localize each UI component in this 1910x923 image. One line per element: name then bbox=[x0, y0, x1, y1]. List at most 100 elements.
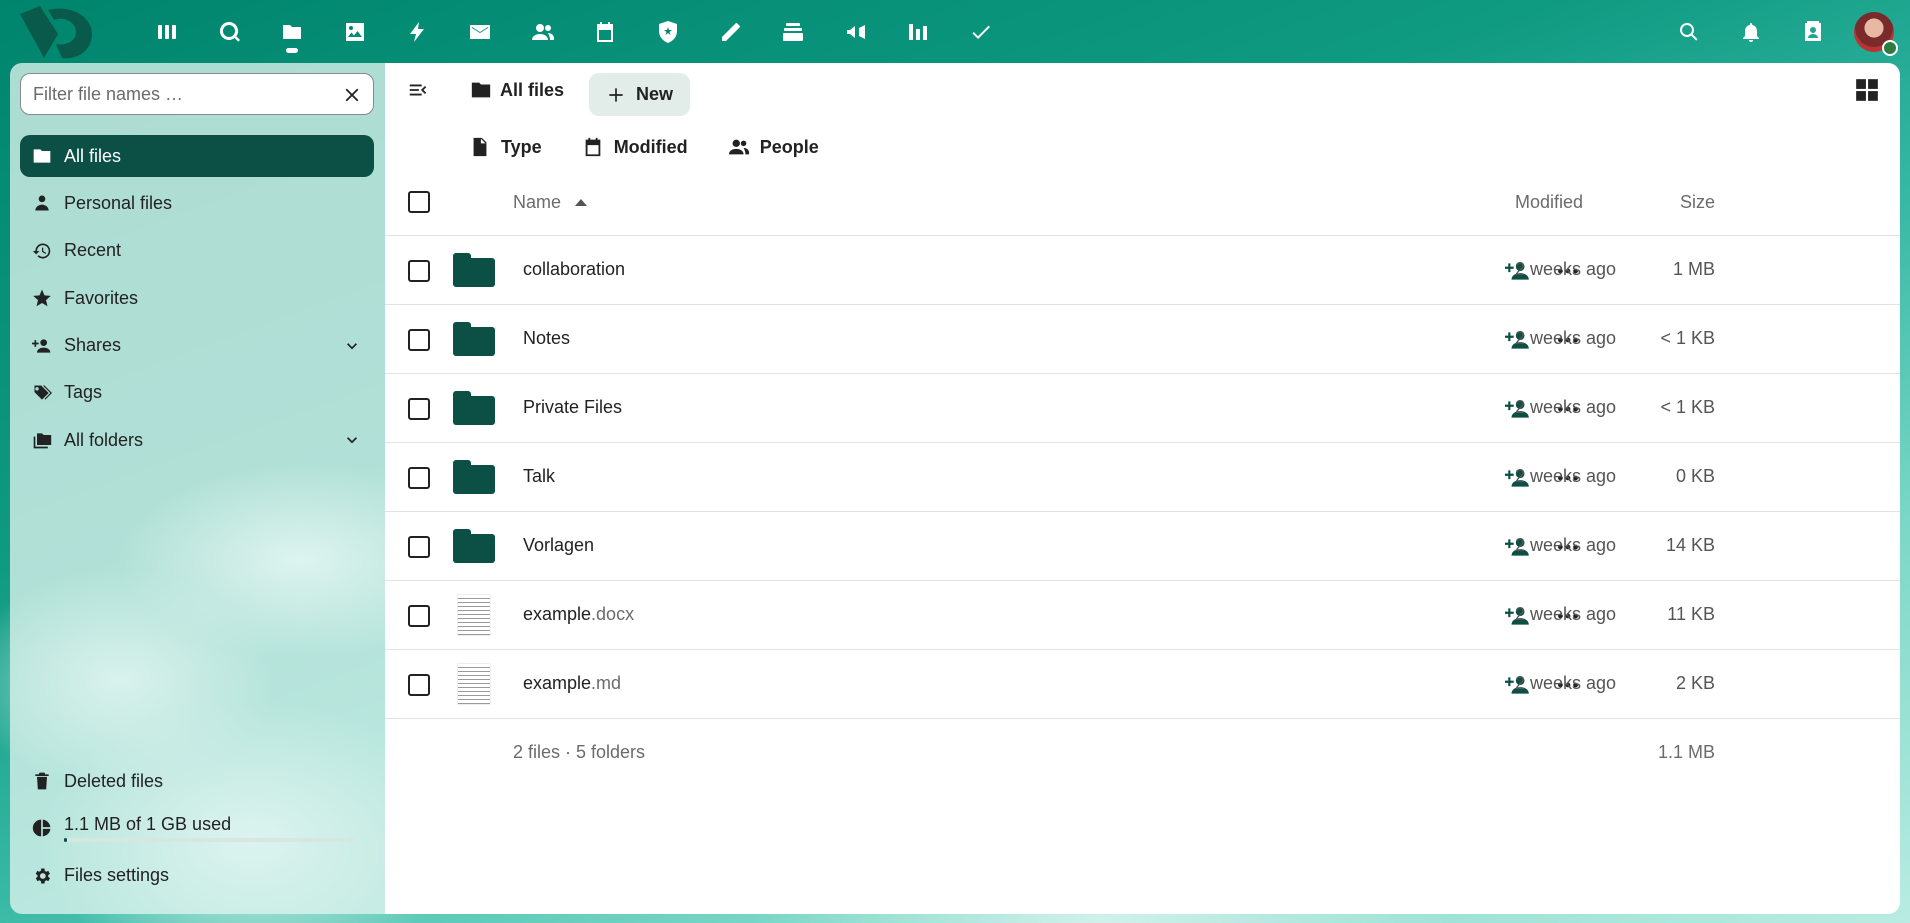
table-summary: 2 files · 5 folders 1.1 MB bbox=[385, 719, 1900, 788]
file-type-icon bbox=[453, 458, 495, 496]
file-size: 2 KB bbox=[1675, 673, 1715, 693]
filter-type[interactable]: Type bbox=[469, 136, 542, 158]
user-avatar[interactable] bbox=[1854, 11, 1898, 56]
column-header-name: Name bbox=[513, 192, 562, 212]
file-name[interactable]: Talk bbox=[523, 466, 555, 487]
table-row[interactable]: Vorlagen 14 KB 2 weeks ago bbox=[385, 512, 1900, 581]
close-icon[interactable] bbox=[341, 84, 363, 106]
sidebar-item-recent[interactable]: Recent bbox=[20, 230, 374, 272]
sort-by-modified[interactable]: Modified bbox=[1515, 192, 1583, 213]
file-name[interactable]: example.docx bbox=[523, 604, 634, 625]
files-icon[interactable] bbox=[261, 0, 324, 63]
file-basename: Notes bbox=[523, 328, 571, 348]
files-count: 2 files · 5 folders bbox=[513, 742, 646, 762]
sidebar-item-label: Personal files bbox=[64, 192, 173, 213]
notifications-icon[interactable] bbox=[1720, 0, 1782, 63]
table-row[interactable]: Talk 0 KB 2 weeks ago bbox=[385, 443, 1900, 512]
dashboard-icon[interactable] bbox=[136, 0, 199, 63]
file-type-icon bbox=[453, 527, 495, 565]
sort-by-size[interactable]: Size bbox=[1680, 192, 1715, 213]
file-basename: collaboration bbox=[523, 259, 626, 279]
filter-label: People bbox=[759, 136, 819, 157]
file-basename: Vorlagen bbox=[523, 535, 595, 555]
row-checkbox[interactable] bbox=[408, 260, 430, 282]
tasks-check-icon[interactable] bbox=[950, 0, 1013, 63]
file-extension: .md bbox=[591, 673, 622, 693]
sidebar-item-tags[interactable]: Tags bbox=[20, 372, 374, 414]
sidebar-item-all-folders[interactable]: All folders bbox=[20, 419, 374, 461]
plus-icon bbox=[609, 87, 623, 102]
people-icon bbox=[728, 139, 749, 155]
gear-icon bbox=[30, 864, 54, 888]
file-name[interactable]: Private Files bbox=[523, 397, 622, 418]
logo[interactable] bbox=[18, 4, 96, 60]
file-name[interactable]: collaboration bbox=[523, 259, 625, 280]
sidebar-item-all-files[interactable]: All files bbox=[20, 135, 374, 177]
row-checkbox[interactable] bbox=[408, 329, 430, 351]
passwords-shield-icon[interactable] bbox=[637, 0, 700, 63]
select-all-checkbox[interactable] bbox=[408, 191, 430, 213]
grid-view-icon[interactable] bbox=[1854, 77, 1882, 105]
deck-icon[interactable] bbox=[762, 0, 825, 63]
header-right bbox=[1658, 0, 1910, 63]
table-row[interactable]: Private Files < 1 KB 2 weeks ago bbox=[385, 374, 1900, 443]
filter-field[interactable] bbox=[20, 73, 374, 115]
table-row[interactable]: Notes < 1 KB 2 weeks ago bbox=[385, 305, 1900, 374]
sort-by-name[interactable]: Name bbox=[513, 192, 588, 213]
sidebar-item-shares[interactable]: Shares bbox=[20, 325, 374, 367]
file-basename: example bbox=[523, 673, 592, 693]
filter-file-names-input[interactable] bbox=[33, 83, 333, 105]
row-checkbox[interactable] bbox=[408, 536, 430, 558]
calendar-icon[interactable] bbox=[574, 0, 637, 63]
toggle-sidebar-icon[interactable] bbox=[403, 75, 433, 105]
filter-modified[interactable]: Modified bbox=[582, 136, 688, 158]
sidebar-item-files-settings[interactable]: Files settings bbox=[20, 855, 374, 897]
file-name[interactable]: Notes bbox=[523, 328, 570, 349]
folder-icon bbox=[471, 82, 491, 98]
folder-icon bbox=[453, 460, 495, 494]
search-app-icon[interactable] bbox=[199, 0, 262, 63]
contacts-menu-icon[interactable] bbox=[1782, 0, 1844, 63]
new-button[interactable]: New bbox=[589, 73, 690, 116]
file-size: 11 KB bbox=[1667, 604, 1715, 624]
filter-label: Modified bbox=[613, 136, 688, 157]
photos-icon[interactable] bbox=[324, 0, 387, 63]
breadcrumb-all-files[interactable]: All files bbox=[470, 73, 564, 107]
filter-bar: Type Modified People bbox=[469, 127, 859, 167]
contacts-icon[interactable] bbox=[512, 0, 575, 63]
document-thumbnail bbox=[457, 663, 491, 705]
search-icon[interactable] bbox=[1658, 0, 1720, 63]
file-modified: 2 weeks ago bbox=[1515, 604, 1617, 624]
table-row[interactable]: example.docx 11 KB 2 weeks ago bbox=[385, 581, 1900, 650]
announcements-icon[interactable] bbox=[825, 0, 888, 63]
quota-label: 1.1 MB of 1 GB used bbox=[64, 813, 232, 834]
quota-progress-bar bbox=[64, 838, 354, 843]
activity-icon[interactable] bbox=[386, 0, 449, 63]
analytics-icon[interactable] bbox=[887, 0, 950, 63]
filter-people[interactable]: People bbox=[728, 136, 819, 158]
breadcrumb-label: All files bbox=[500, 79, 565, 100]
row-checkbox[interactable] bbox=[408, 674, 430, 696]
row-checkbox[interactable] bbox=[408, 398, 430, 420]
sidebar-item-personal-files[interactable]: Personal files bbox=[20, 182, 374, 224]
new-button-label: New bbox=[635, 84, 673, 104]
sidebar-footer: Deleted files 1.1 MB of 1 GB used Files … bbox=[20, 760, 374, 902]
file-extension: .docx bbox=[591, 604, 635, 624]
files-main: All files New Type Modified People Name … bbox=[385, 63, 1900, 914]
app-navigation bbox=[136, 0, 1012, 63]
sidebar-item-deleted-files[interactable]: Deleted files bbox=[20, 760, 374, 802]
file-modified: 2 weeks ago bbox=[1515, 535, 1617, 555]
table-row[interactable]: collaboration 1 MB 2 weeks ago bbox=[385, 236, 1900, 305]
notes-pencil-icon[interactable] bbox=[699, 0, 762, 63]
file-name[interactable]: Vorlagen bbox=[523, 535, 594, 556]
history-icon bbox=[30, 239, 54, 263]
sidebar-item-label: Deleted files bbox=[64, 770, 164, 791]
row-checkbox[interactable] bbox=[408, 467, 430, 489]
sidebar-item-favorites[interactable]: Favorites bbox=[20, 277, 374, 319]
chevron-down-icon[interactable] bbox=[342, 430, 362, 450]
chevron-down-icon[interactable] bbox=[342, 336, 362, 356]
table-row[interactable]: example.md 2 KB 2 weeks ago bbox=[385, 650, 1900, 719]
file-name[interactable]: example.md bbox=[523, 673, 621, 694]
row-checkbox[interactable] bbox=[408, 605, 430, 627]
mail-icon[interactable] bbox=[449, 0, 512, 63]
